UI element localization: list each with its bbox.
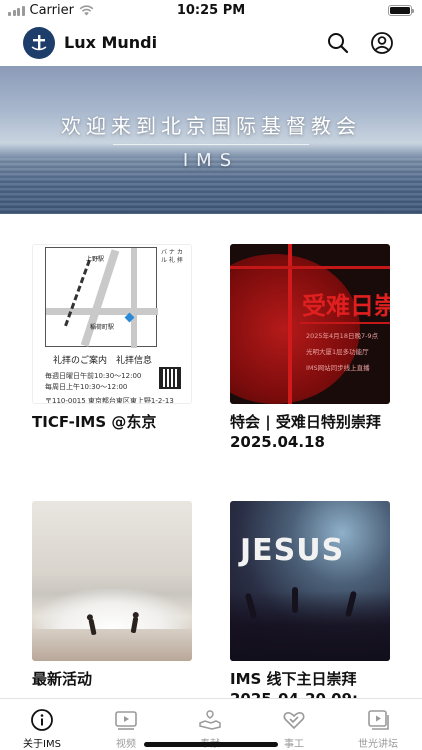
poster-headline: 受难日崇 bbox=[302, 292, 390, 320]
tab-label: 事工 bbox=[284, 739, 304, 750]
tab-label: 视频 bbox=[116, 739, 136, 750]
giving-hand-icon bbox=[199, 710, 221, 730]
map-illustration: 上野駅 稲荷町駅 bbox=[45, 247, 158, 348]
profile-icon[interactable] bbox=[370, 31, 394, 55]
cross-logo-icon[interactable] bbox=[23, 27, 55, 59]
banner-divider bbox=[113, 144, 309, 145]
video-icon bbox=[115, 711, 137, 730]
address-line: 〒110-0015 東京都台東区東上野1-2-13 bbox=[45, 397, 174, 404]
poster-line: 光明大厦1层多功能厅 bbox=[306, 348, 369, 356]
red-circle-decoration bbox=[230, 254, 360, 404]
welcome-banner[interactable]: 欢迎来到北京国际基督教会 IMS bbox=[0, 66, 422, 214]
battery-icon bbox=[388, 5, 414, 16]
card-thumbnail-passion: 受难日崇 2025年4月18日晚7-9点 光明大厦1层多功能厅 IMS网站同步线… bbox=[230, 244, 390, 404]
app-title: Lux Mundi bbox=[64, 33, 158, 52]
wave-illustration bbox=[32, 589, 192, 629]
map-station-label: 稲荷町駅 bbox=[90, 324, 115, 331]
ministry-heart-icon bbox=[283, 711, 305, 730]
poster-headline: JESUS bbox=[240, 533, 345, 568]
card-thumbnail-beach bbox=[32, 501, 192, 661]
content-card[interactable]: 最新活动 bbox=[32, 501, 210, 689]
tab-label: 世光讲坛 bbox=[358, 739, 398, 750]
tab-sermon[interactable]: 世光讲坛 bbox=[336, 699, 420, 750]
card-thumbnail-map: 上野駅 稲荷町駅 バ ナ カ ル 礼 拝 礼拝のご案内 礼拝信息 毎週日曜日午前… bbox=[32, 244, 192, 404]
tab-about-ims[interactable]: 关于IMS bbox=[0, 699, 84, 750]
search-icon[interactable] bbox=[326, 31, 350, 55]
nav-bar: Lux Mundi bbox=[0, 22, 422, 66]
schedule-line: 每周日上午10:30～12:00 bbox=[45, 383, 128, 391]
home-indicator bbox=[144, 742, 278, 747]
schedule-line: 毎週日曜日午前10:30～12:00 bbox=[45, 372, 142, 380]
sermon-play-icon bbox=[368, 710, 389, 730]
content-card[interactable]: 受难日崇 2025年4月18日晚7-9点 光明大厦1层多功能厅 IMS网站同步线… bbox=[230, 244, 408, 452]
card-title: 特会 | 受难日特别崇拜 2025.04.18 bbox=[230, 413, 381, 451]
content-card[interactable]: 上野駅 稲荷町駅 バ ナ カ ル 礼 拝 礼拝のご案内 礼拝信息 毎週日曜日午前… bbox=[32, 244, 210, 432]
vertical-text: バ ナ カ ル 礼 拝 bbox=[161, 249, 183, 264]
map-caption: 礼拝のご案内 礼拝信息 bbox=[53, 356, 153, 366]
tab-label: 关于IMS bbox=[23, 739, 61, 750]
poster-line: 2025年4月18日晚7-9点 bbox=[306, 332, 379, 340]
poster-line: IMS网站同步线上直播 bbox=[306, 364, 370, 372]
status-bar: Carrier 10:25 PM bbox=[0, 0, 422, 22]
banner-title: 欢迎来到北京国际基督教会 bbox=[61, 114, 361, 138]
info-icon bbox=[31, 709, 53, 731]
card-title: 最新活动 bbox=[32, 670, 93, 688]
status-time: 10:25 PM bbox=[176, 3, 246, 18]
banner-subtitle: IMS bbox=[182, 150, 240, 171]
crowd-silhouette bbox=[230, 591, 390, 661]
map-station-label: 上野駅 bbox=[86, 256, 105, 263]
content-card[interactable]: JESUS IMS 线下主日崇拜 2025-04-20 09: bbox=[230, 501, 408, 709]
card-thumbnail-worship: JESUS bbox=[230, 501, 390, 661]
qr-code-icon bbox=[159, 367, 181, 389]
card-title: TICF-IMS @东京 bbox=[32, 413, 157, 431]
